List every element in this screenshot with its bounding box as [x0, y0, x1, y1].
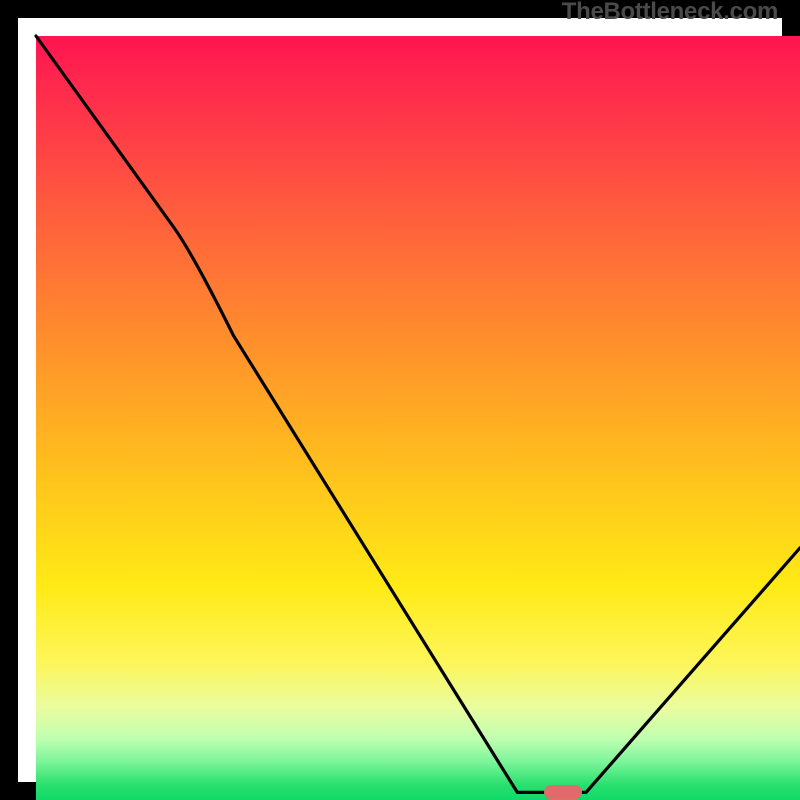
watermark: TheBottleneck.com — [562, 0, 778, 26]
optimal-point-marker — [544, 785, 582, 799]
bottleneck-curve — [36, 36, 800, 800]
chart-frame — [0, 0, 800, 800]
plot-area — [36, 36, 800, 800]
